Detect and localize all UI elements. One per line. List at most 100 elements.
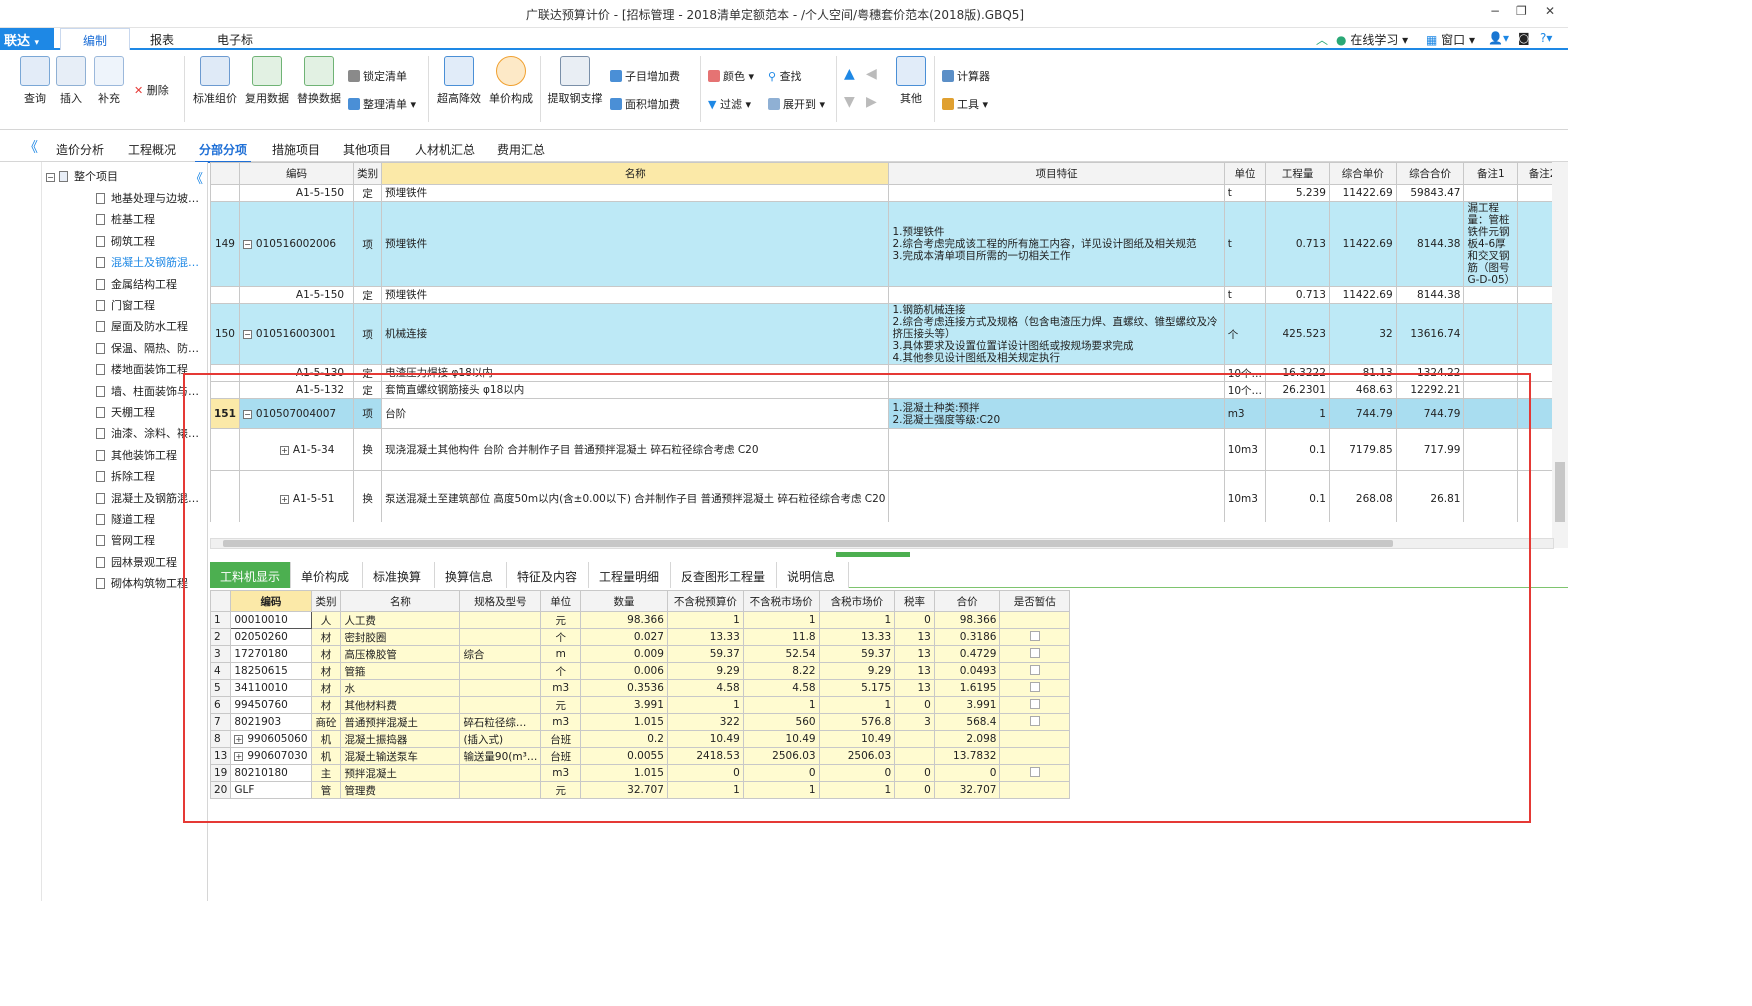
tools-button[interactable]: 工具 ▾ [942, 96, 988, 112]
resource-unit[interactable]: 元 [540, 781, 582, 799]
unit-cell[interactable]: m3 [1223, 398, 1267, 429]
collapse-icon[interactable]: − [242, 240, 252, 249]
provisional-flag[interactable] [999, 628, 1070, 646]
minimize-button[interactable]: − [1490, 4, 1500, 18]
calculator-button[interactable]: 计算器 [942, 68, 990, 84]
price-incl-tax-market[interactable]: 59.37 [818, 645, 896, 663]
price-incl-tax-market[interactable]: 10.49 [818, 730, 896, 748]
col-header-feature[interactable]: 项目特征 [888, 162, 1225, 185]
qty-cell[interactable]: 26.2301 [1265, 381, 1330, 399]
resource-spec[interactable] [459, 696, 542, 714]
resource-qty[interactable]: 0.2 [580, 730, 668, 748]
total-cell[interactable]: 12292.21 [1395, 381, 1465, 399]
code-cell[interactable]: −010516002006 [238, 201, 355, 287]
app-menu-button[interactable]: 联达 ▾ [0, 28, 54, 50]
price-excl-tax-market[interactable]: 0 [742, 764, 820, 782]
find-button[interactable]: ⚲ 查找 [768, 68, 802, 84]
note-cell[interactable]: 漏工程量：管桩铁件元钢板4-6厚和交叉钢筋（图号G-D-05） [1463, 201, 1519, 287]
tree-item[interactable]: 天棚工程 [96, 404, 155, 420]
area-add-button[interactable]: 面积增加费 [610, 96, 680, 112]
resource-qty[interactable]: 98.366 [580, 611, 668, 629]
provisional-flag[interactable] [999, 645, 1070, 663]
table-row[interactable]: 149−010516002006 项预埋铁件 1.预埋铁件 2.综合考虑完成该工程的… [210, 201, 1568, 287]
total-cell[interactable]: 8144.38 [1395, 201, 1465, 287]
resource-row[interactable]: 2 02050260 材密封胶圈个 0.027 13.33 11.8 13.33 13 0.31… [209, 628, 1070, 646]
lower-col-header[interactable]: 合价 [933, 590, 1001, 612]
expand-to-button[interactable]: 展开到 ▾ [768, 96, 825, 112]
resource-unit[interactable]: 个 [540, 662, 582, 680]
resource-code[interactable]: 02050260 [230, 628, 312, 646]
unit-cell[interactable]: 10m3 [1223, 470, 1267, 522]
checkbox[interactable] [1029, 698, 1040, 709]
detail-tab[interactable]: 标准换算 [363, 562, 435, 588]
unit-cell[interactable]: t [1223, 184, 1267, 202]
color-button[interactable]: 颜色 ▾ [708, 68, 754, 84]
resource-row[interactable]: 13 +990607030 机混凝土输送泵车 输送量90(m³… 台班 0.0055 241… [209, 747, 1070, 765]
expand-icon[interactable]: + [279, 445, 289, 455]
provisional-flag[interactable] [999, 764, 1070, 782]
tree-item[interactable]: 砌筑工程 [96, 233, 155, 249]
expand-icon[interactable]: + [234, 735, 244, 744]
tree-item[interactable]: 其他装饰工程 [96, 447, 177, 463]
restore-button[interactable]: ❐ [1516, 4, 1527, 18]
resource-type[interactable]: 材 [310, 696, 342, 714]
tree-item[interactable]: 混凝土及钢筋混… [96, 490, 199, 506]
price-excl-tax-budget[interactable]: 0 [666, 764, 744, 782]
type-cell[interactable]: 定 [353, 364, 383, 382]
tree-item[interactable]: 保温、隔热、防… [96, 340, 199, 356]
qty-cell[interactable]: 0.1 [1265, 470, 1330, 522]
resource-sum[interactable]: 3.991 [933, 696, 1001, 714]
type-cell[interactable]: 换 [353, 428, 383, 471]
tax-rate[interactable] [894, 747, 935, 765]
price-incl-tax-market[interactable]: 0 [818, 764, 896, 782]
code-cell[interactable]: + A1-5-51 [238, 470, 355, 522]
col-header-unit-price[interactable]: 综合单价 [1328, 162, 1397, 185]
price-excl-tax-market[interactable]: 1 [742, 781, 820, 799]
tree-item[interactable]: 桩基工程 [96, 211, 155, 227]
resource-code[interactable]: 80210180 [230, 764, 312, 782]
collapse-tree-icon[interactable]: 《 [190, 168, 203, 187]
type-cell[interactable]: 定 [353, 286, 383, 304]
provisional-flag[interactable] [999, 662, 1070, 680]
code-cell[interactable]: A1-5-130 [238, 364, 355, 382]
panel-splitter[interactable] [836, 552, 910, 557]
tab-project-overview[interactable]: 工程概况 [128, 141, 176, 158]
name-cell[interactable]: 套筒直螺纹钢筋接头 φ18以内 [381, 381, 890, 399]
qty-cell[interactable]: 0.713 [1265, 201, 1330, 287]
tidy-list-button[interactable]: 整理清单 ▾ [348, 96, 416, 112]
online-learning-button[interactable]: ● 在线学习 ▾ [1336, 31, 1408, 48]
note-cell[interactable] [1463, 184, 1519, 202]
resource-unit[interactable]: m3 [540, 679, 582, 697]
resource-qty[interactable]: 0.0055 [580, 747, 668, 765]
lower-col-header[interactable]: 规格及型号 [459, 590, 542, 612]
table-row[interactable]: A1-5-130 定电渣压力焊接 φ18以内 10个… 16.3222 81.13 132… [210, 364, 1568, 382]
lower-col-header[interactable]: 不含税预算价 [666, 590, 744, 612]
resource-sum[interactable]: 0.3186 [933, 628, 1001, 646]
resource-spec[interactable] [459, 679, 542, 697]
code-cell[interactable]: A1-5-132 [238, 381, 355, 399]
user-icon[interactable]: 👤▾ [1488, 31, 1509, 45]
resource-unit[interactable]: 元 [540, 696, 582, 714]
tree-item[interactable]: 墙、柱面装饰与… [96, 383, 199, 399]
price-excl-tax-market[interactable]: 1 [742, 611, 820, 629]
tax-rate[interactable]: 0 [894, 764, 935, 782]
service-icon[interactable]: ◙ [1518, 31, 1530, 45]
supplement-button[interactable]: 补充 [88, 56, 130, 106]
resource-sum[interactable]: 32.707 [933, 781, 1001, 799]
window-menu-button[interactable]: ▦ 窗口 ▾ [1426, 31, 1475, 48]
scroll-thumb[interactable] [1555, 462, 1565, 522]
price-cell[interactable]: 11422.69 [1328, 201, 1397, 287]
table-row[interactable]: A1-5-150 定预埋铁件 t 0.713 11422.69 8144.38 [210, 286, 1568, 304]
resource-sum[interactable]: 13.7832 [933, 747, 1001, 765]
price-excl-tax-market[interactable]: 560 [742, 713, 820, 731]
resource-qty[interactable]: 32.707 [580, 781, 668, 799]
resource-spec[interactable] [459, 662, 542, 680]
tab-fee-summary[interactable]: 费用汇总 [497, 141, 545, 158]
type-cell[interactable]: 项 [353, 303, 383, 365]
resource-row[interactable]: 3 17270180 材高压橡胶管 综合 m 0.009 59.37 52.54 59.37 13… [209, 645, 1070, 663]
type-cell[interactable]: 换 [353, 470, 383, 522]
tree-item[interactable]: 金属结构工程 [96, 276, 177, 292]
table-row[interactable]: A1-5-132 定套筒直螺纹钢筋接头 φ18以内 10个… 26.2301 468.6… [210, 381, 1568, 399]
total-cell[interactable]: 744.79 [1395, 398, 1465, 429]
resource-type[interactable]: 商砼 [310, 713, 342, 731]
